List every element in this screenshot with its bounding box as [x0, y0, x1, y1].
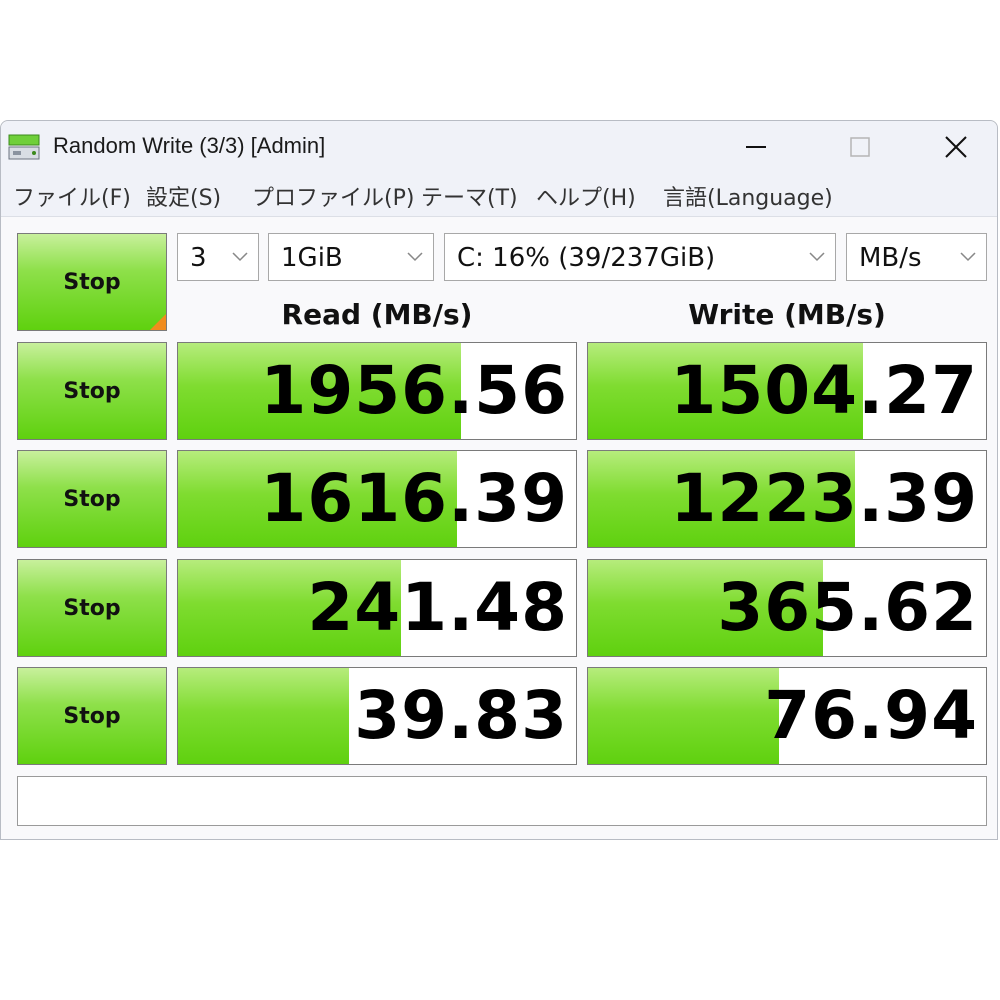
write-value-row2: 1223.39 — [670, 460, 978, 537]
all-stop-label: Stop — [63, 269, 121, 295]
drive-select[interactable]: C: 16% (39/237GiB) — [444, 233, 836, 281]
write-header: Write (MB/s) — [688, 298, 886, 331]
read-bar-row4 — [178, 668, 350, 764]
stop-button-row2[interactable]: Stop — [17, 450, 167, 548]
read-result-row3: 241.48 — [177, 559, 577, 657]
write-value-row3: 365.62 — [717, 569, 978, 646]
write-result-row4: 76.94 — [587, 667, 987, 765]
read-result-row4: 39.83 — [177, 667, 577, 765]
write-result-row2: 1223.39 — [587, 450, 987, 548]
unit-select[interactable]: MB/s — [846, 233, 987, 281]
stop-button-row3[interactable]: Stop — [17, 559, 167, 657]
stop-button-row1[interactable]: Stop — [17, 342, 167, 440]
write-value-row4: 76.94 — [764, 677, 978, 754]
size-select[interactable]: 1GiB — [268, 233, 434, 281]
read-result-row1: 1956.56 — [177, 342, 577, 440]
write-result-row3: 365.62 — [587, 559, 987, 657]
write-result-row1: 1504.27 — [587, 342, 987, 440]
chevron-down-icon — [799, 234, 835, 280]
chevron-down-icon — [950, 234, 986, 280]
stop-label: Stop — [63, 486, 121, 512]
read-value-row2: 1616.39 — [260, 460, 568, 537]
stop-button-row4[interactable]: Stop — [17, 667, 167, 765]
read-result-row2: 1616.39 — [177, 450, 577, 548]
write-bar-row4 — [588, 668, 780, 764]
read-value-row4: 39.83 — [354, 677, 568, 754]
read-header: Read (MB/s) — [281, 298, 473, 331]
all-stop-button[interactable]: Stop — [17, 233, 167, 331]
count-select[interactable]: 3 — [177, 233, 259, 281]
unit-value: MB/s — [859, 243, 922, 273]
chevron-down-icon — [222, 234, 258, 280]
size-value: 1GiB — [281, 243, 343, 273]
chevron-down-icon — [397, 234, 433, 280]
write-value-row1: 1504.27 — [670, 352, 978, 429]
stop-label: Stop — [63, 595, 121, 621]
client-area: Stop 3 1GiB C: 16% (39/237GiB) MB/s Read… — [0, 120, 998, 840]
count-value: 3 — [190, 243, 207, 273]
read-value-row3: 241.48 — [307, 569, 568, 646]
corner-mark — [150, 314, 166, 330]
status-comment-box[interactable] — [17, 776, 987, 826]
stop-label: Stop — [63, 378, 121, 404]
stop-label: Stop — [63, 703, 121, 729]
read-value-row1: 1956.56 — [260, 352, 568, 429]
drive-value: C: 16% (39/237GiB) — [457, 243, 716, 273]
